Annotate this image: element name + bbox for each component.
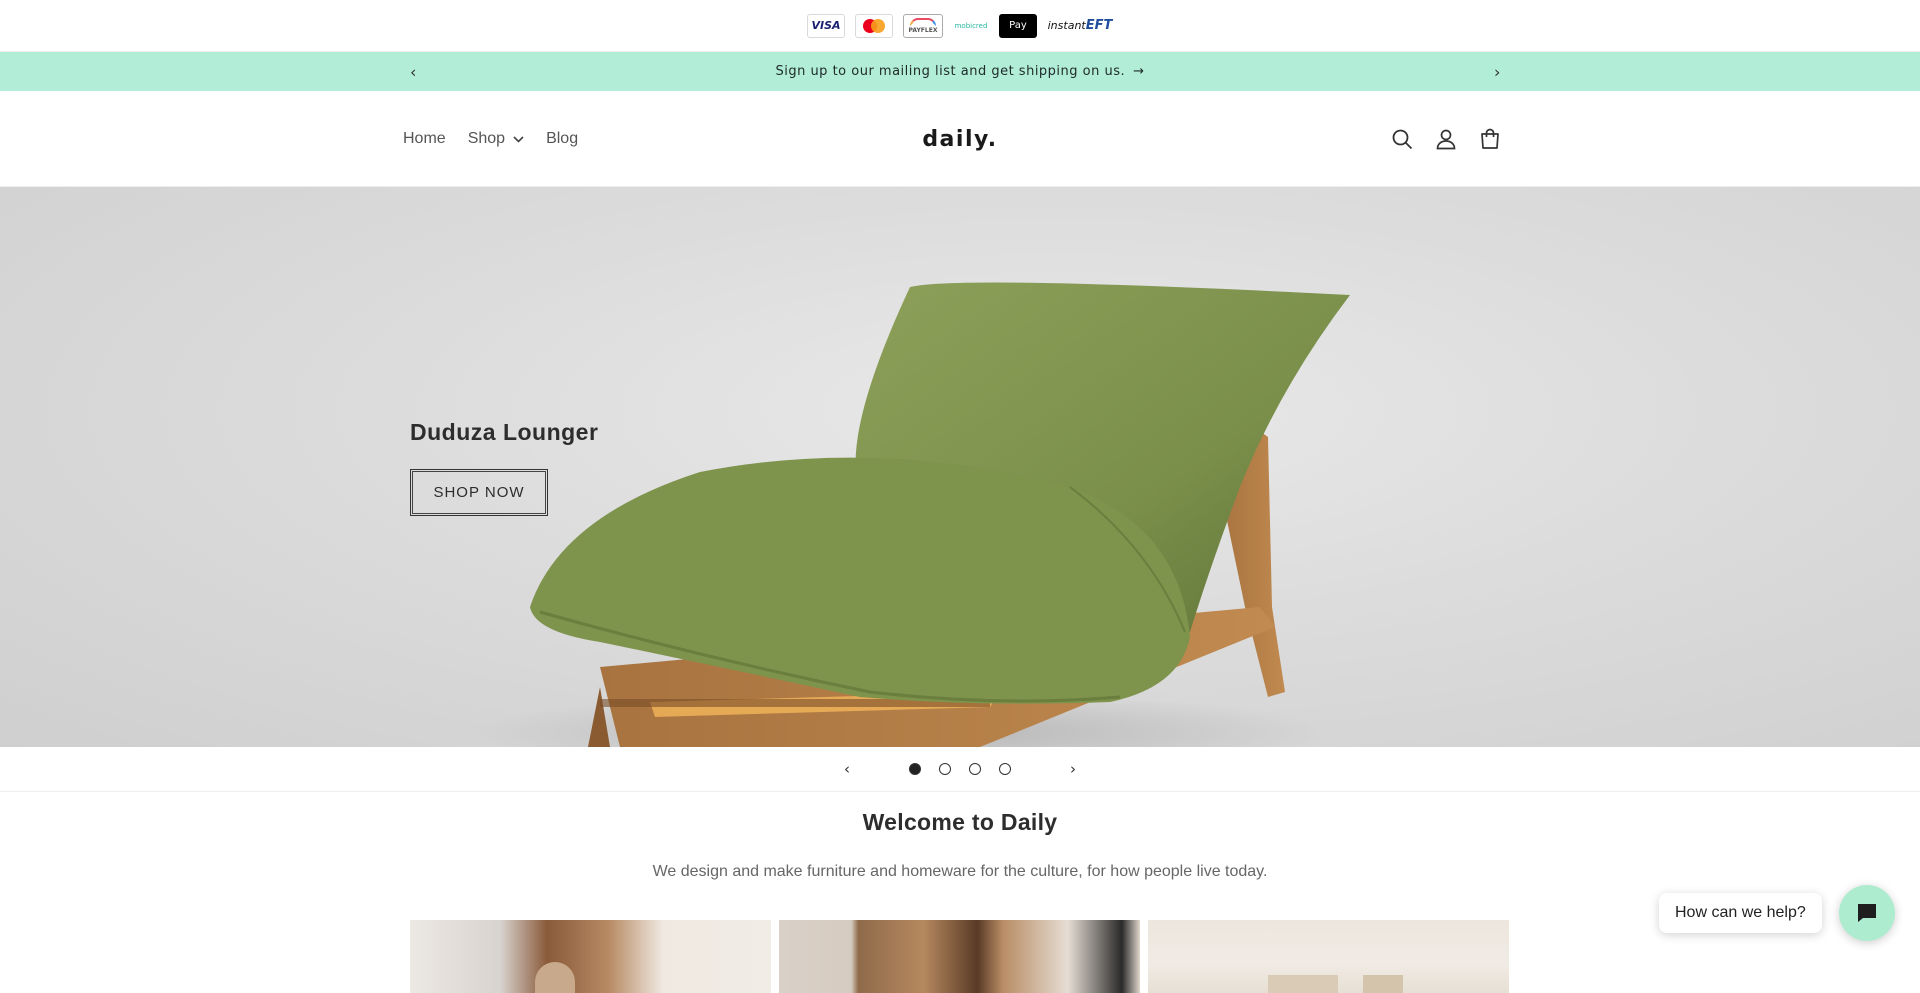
search-icon[interactable] <box>1390 127 1414 151</box>
shop-now-button[interactable]: SHOP NOW <box>410 469 548 516</box>
nav-item-blog[interactable]: Blog <box>546 130 578 148</box>
account-icon[interactable] <box>1434 127 1458 151</box>
apple-pay-icon: Pay <box>999 13 1037 38</box>
main-nav: Home Shop Blog <box>403 91 578 187</box>
arrow-right-icon: → <box>1133 64 1145 79</box>
chat-button[interactable] <box>1839 885 1895 941</box>
nav-item-shop[interactable]: Shop <box>468 130 524 148</box>
hero-title: Duduza Lounger <box>410 419 599 445</box>
cart-icon[interactable] <box>1478 127 1502 151</box>
instant-eft-icon: instant EFT <box>1047 13 1113 38</box>
slider-prev-icon[interactable]: ‹ <box>825 760 869 778</box>
collection-tile-image[interactable] <box>779 920 1140 993</box>
slider-dot-3[interactable] <box>969 763 981 775</box>
announcement-link[interactable]: Sign up to our mailing list and get ship… <box>775 64 1144 79</box>
chat-prompt[interactable]: How can we help? <box>1659 893 1822 933</box>
header-actions <box>1390 91 1502 187</box>
nav-item-home[interactable]: Home <box>403 130 446 148</box>
decor-image <box>1363 975 1403 993</box>
slider-dots <box>909 763 1011 775</box>
mobicred-icon: mobicred <box>953 13 989 38</box>
slider-dot-2[interactable] <box>939 763 951 775</box>
welcome-title: Welcome to Daily <box>862 809 1058 835</box>
site-header: Home Shop Blog daily. <box>0 91 1920 187</box>
welcome-subtitle: We design and make furniture and homewar… <box>652 863 1268 880</box>
announcement-bar: ‹ Sign up to our mailing list and get sh… <box>0 52 1920 91</box>
slider-next-icon[interactable]: › <box>1051 760 1095 778</box>
slider-dot-1[interactable] <box>909 763 921 775</box>
collection-tiles <box>410 920 1509 993</box>
payment-methods-bar: VISA PAYFLEX mobicred Pay instant EFT <box>0 0 1920 52</box>
collection-tile-image[interactable] <box>410 920 771 993</box>
slider-dot-4[interactable] <box>999 763 1011 775</box>
slider-controls: ‹ › <box>0 747 1920 792</box>
logo[interactable]: daily. <box>0 91 1920 187</box>
announcement-text: Sign up to our mailing list and get ship… <box>775 64 1126 79</box>
chevron-left-icon[interactable]: ‹ <box>410 62 417 81</box>
hero-banner: Duduza Lounger SHOP NOW <box>0 187 1920 747</box>
chat-icon <box>1858 904 1876 922</box>
lamp-image <box>535 962 575 993</box>
collection-tile-image[interactable] <box>1148 920 1509 993</box>
nav-item-shop-label: Shop <box>467 130 506 147</box>
decor-image <box>1268 975 1338 993</box>
chevron-right-icon[interactable]: › <box>1494 62 1501 81</box>
chevron-down-icon <box>513 135 524 143</box>
visa-icon: VISA <box>807 13 845 38</box>
payflex-icon: PAYFLEX <box>903 13 943 38</box>
mastercard-icon <box>855 13 893 38</box>
hero-image-lounger <box>470 282 1350 747</box>
